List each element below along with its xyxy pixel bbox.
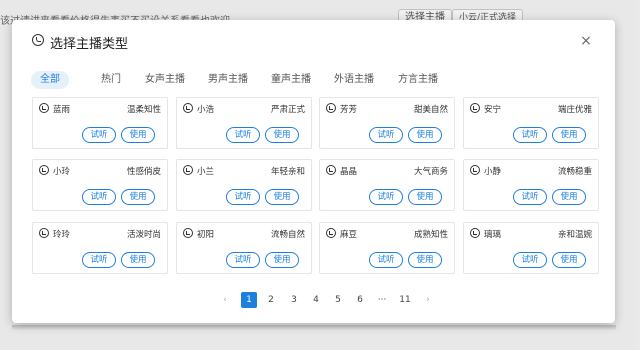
listen-button[interactable]: 试听	[513, 252, 547, 268]
music-note-icon	[39, 103, 49, 113]
anchor-style-tag: 年轻亲和	[270, 167, 305, 177]
music-note-icon	[470, 165, 480, 175]
select-anchor-dialog: 选择主播类型 × 全部 热门 女声主播 男声主播 童声主播 外语主播 方言主播 蓝雨 温柔知性…	[12, 20, 615, 323]
music-note-icon	[326, 103, 336, 113]
page-number[interactable]: 3	[286, 292, 302, 308]
tab-0[interactable]: 全部	[31, 71, 69, 89]
page-ellipsis: ···	[377, 295, 387, 305]
use-button[interactable]: 使用	[408, 127, 442, 143]
tab-3[interactable]: 男声主播	[208, 71, 248, 89]
music-note-icon	[39, 228, 49, 238]
page-number[interactable]: 6	[352, 292, 368, 308]
anchor-style-tag: 流畅稳重	[557, 167, 592, 177]
music-note-icon	[39, 165, 49, 175]
anchor-name: 玲玲	[53, 230, 71, 240]
use-button[interactable]: 使用	[408, 252, 442, 268]
listen-button[interactable]: 试听	[226, 252, 260, 268]
use-button[interactable]: 使用	[121, 252, 155, 268]
anchor-card: 初阳 流畅自然试听 使用	[176, 222, 312, 274]
anchor-card: 蓝雨 温柔知性试听 使用	[32, 97, 168, 149]
music-note-icon	[470, 228, 480, 238]
anchor-name: 璃璃	[484, 230, 502, 240]
tab-2[interactable]: 女声主播	[145, 71, 185, 89]
anchor-name: 小静	[484, 167, 502, 177]
dialog-title: 选择主播类型	[50, 37, 129, 52]
anchor-style-tag: 甜美自然	[413, 105, 448, 115]
use-button[interactable]: 使用	[408, 189, 442, 205]
anchor-style-tag: 严肃正式	[270, 105, 305, 115]
listen-button[interactable]: 试听	[226, 189, 260, 205]
anchor-card: 芳芳 甜美自然试听 使用	[319, 97, 455, 149]
dialog-header: 选择主播类型 ×	[12, 20, 615, 64]
music-note-icon	[183, 103, 193, 113]
listen-button[interactable]: 试听	[369, 127, 403, 143]
anchor-card: 安宁 端庄优雅试听 使用	[463, 97, 599, 149]
listen-button[interactable]: 试听	[226, 127, 260, 143]
listen-button[interactable]: 试听	[369, 252, 403, 268]
prev-page-button[interactable]: ‹	[218, 292, 232, 308]
anchor-name: 小浩	[197, 105, 215, 115]
music-note-icon	[32, 34, 44, 46]
anchor-card: 璃璃 亲和温婉试听 使用	[463, 222, 599, 274]
anchor-style-tag: 成熟知性	[413, 230, 448, 240]
use-button[interactable]: 使用	[121, 189, 155, 205]
anchor-name: 晶晶	[340, 167, 358, 177]
anchor-style-tag: 性感俏皮	[126, 167, 161, 177]
tab-5[interactable]: 外语主播	[334, 71, 374, 89]
listen-button[interactable]: 试听	[82, 189, 116, 205]
use-button[interactable]: 使用	[552, 127, 586, 143]
listen-button[interactable]: 试听	[513, 127, 547, 143]
listen-button[interactable]: 试听	[369, 189, 403, 205]
anchor-name: 芳芳	[340, 105, 358, 115]
anchor-name: 麻豆	[340, 230, 358, 240]
anchor-card: 晶晶 大气商务试听 使用	[319, 159, 455, 211]
anchor-name: 小兰	[197, 167, 215, 177]
anchor-name: 蓝雨	[53, 105, 71, 115]
music-note-icon	[326, 165, 336, 175]
anchor-name: 小玲	[53, 167, 71, 177]
listen-button[interactable]: 试听	[513, 189, 547, 205]
page-number[interactable]: 1	[241, 292, 257, 308]
page-number[interactable]: 11	[397, 292, 413, 308]
page-number[interactable]: 2	[263, 292, 279, 308]
anchor-card: 小玲 性感俏皮试听 使用	[32, 159, 168, 211]
tab-1[interactable]: 热门	[101, 71, 121, 89]
use-button[interactable]: 使用	[121, 127, 155, 143]
anchor-card: 小静 流畅稳重试听 使用	[463, 159, 599, 211]
listen-button[interactable]: 试听	[82, 127, 116, 143]
anchor-style-tag: 大气商务	[413, 167, 448, 177]
anchor-style-tag: 活泼时尚	[126, 230, 161, 240]
anchor-style-tag: 流畅自然	[270, 230, 305, 240]
anchor-card: 玲玲 活泼时尚试听 使用	[32, 222, 168, 274]
use-button[interactable]: 使用	[552, 252, 586, 268]
use-button[interactable]: 使用	[552, 189, 586, 205]
music-note-icon	[326, 228, 336, 238]
next-page-button[interactable]: ›	[421, 292, 435, 308]
anchor-style-tag: 端庄优雅	[557, 105, 592, 115]
background-shadow-edge	[12, 325, 616, 331]
listen-button[interactable]: 试听	[82, 252, 116, 268]
music-note-icon	[183, 165, 193, 175]
tab-4[interactable]: 童声主播	[271, 71, 311, 89]
music-note-icon	[470, 103, 480, 113]
tab-6[interactable]: 方言主播	[398, 71, 438, 89]
close-icon[interactable]: ×	[580, 34, 592, 48]
anchor-style-tag: 温柔知性	[126, 105, 161, 115]
page-number[interactable]: 5	[330, 292, 346, 308]
anchor-card: 麻豆 成熟知性试听 使用	[319, 222, 455, 274]
use-button[interactable]: 使用	[265, 252, 299, 268]
use-button[interactable]: 使用	[265, 189, 299, 205]
anchor-card: 小浩 严肃正式试听 使用	[176, 97, 312, 149]
anchor-style-tag: 亲和温婉	[557, 230, 592, 240]
page-number[interactable]: 4	[308, 292, 324, 308]
anchor-card: 小兰 年轻亲和试听 使用	[176, 159, 312, 211]
music-note-icon	[183, 228, 193, 238]
anchor-name: 初阳	[197, 230, 215, 240]
anchor-name: 安宁	[484, 105, 502, 115]
use-button[interactable]: 使用	[265, 127, 299, 143]
